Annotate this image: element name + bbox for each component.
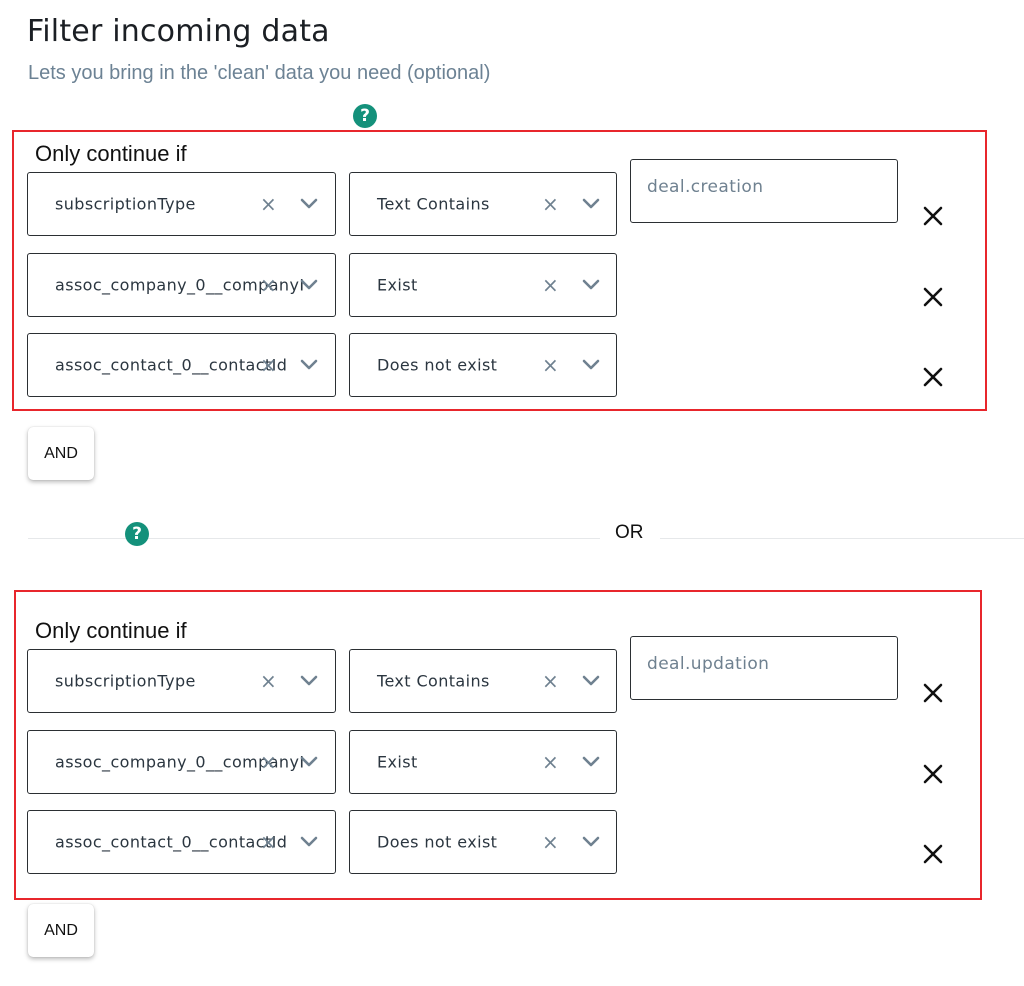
close-icon[interactable] xyxy=(920,761,946,787)
chevron-down-icon[interactable] xyxy=(300,836,318,848)
close-icon[interactable] xyxy=(920,364,946,390)
field-select[interactable]: assoc_contact_0__contactId × xyxy=(27,333,336,397)
chevron-down-icon[interactable] xyxy=(300,756,318,768)
clear-x-icon[interactable]: × xyxy=(542,750,559,774)
value-input-box[interactable] xyxy=(630,636,898,700)
clear-x-icon[interactable]: × xyxy=(542,192,559,216)
close-icon[interactable] xyxy=(920,284,946,310)
clear-x-icon[interactable]: × xyxy=(542,830,559,854)
operator-select-value: Text Contains xyxy=(377,194,490,214)
or-divider xyxy=(28,538,1024,539)
chevron-down-icon[interactable] xyxy=(582,836,600,848)
operator-select-value: Text Contains xyxy=(377,671,490,691)
clear-x-icon[interactable]: × xyxy=(542,273,559,297)
field-select-value: subscriptionType xyxy=(55,671,196,691)
field-select[interactable]: assoc_company_0__companyId × xyxy=(27,253,336,317)
chevron-down-icon[interactable] xyxy=(300,675,318,687)
operator-select-value: Exist xyxy=(377,752,418,772)
or-label: OR xyxy=(615,522,644,543)
clear-x-icon[interactable]: × xyxy=(542,353,559,377)
clear-x-icon[interactable]: × xyxy=(260,830,277,854)
value-input[interactable] xyxy=(645,176,889,198)
value-input[interactable] xyxy=(645,653,889,675)
operator-select[interactable]: Exist × xyxy=(349,730,617,794)
operator-select[interactable]: Text Contains × xyxy=(349,649,617,713)
close-icon[interactable] xyxy=(920,841,946,867)
help-icon[interactable]: ? xyxy=(353,104,377,128)
field-select[interactable]: assoc_contact_0__contactId × xyxy=(27,810,336,874)
field-select-value: subscriptionType xyxy=(55,194,196,214)
field-select[interactable]: subscriptionType × xyxy=(27,649,336,713)
clear-x-icon[interactable]: × xyxy=(260,750,277,774)
chevron-down-icon[interactable] xyxy=(300,359,318,371)
and-button[interactable]: AND xyxy=(28,427,94,480)
operator-select-value: Exist xyxy=(377,275,418,295)
close-icon[interactable] xyxy=(920,680,946,706)
chevron-down-icon[interactable] xyxy=(582,756,600,768)
clear-x-icon[interactable]: × xyxy=(260,669,277,693)
close-icon[interactable] xyxy=(920,203,946,229)
page-title: Filter incoming data xyxy=(27,14,330,49)
clear-x-icon[interactable]: × xyxy=(260,353,277,377)
operator-select[interactable]: Does not exist × xyxy=(349,810,617,874)
field-select[interactable]: subscriptionType × xyxy=(27,172,336,236)
group-label: Only continue if xyxy=(35,141,187,166)
operator-select[interactable]: Exist × xyxy=(349,253,617,317)
help-icon[interactable]: ? xyxy=(125,522,149,546)
operator-select[interactable]: Does not exist × xyxy=(349,333,617,397)
operator-select[interactable]: Text Contains × xyxy=(349,172,617,236)
and-button[interactable]: AND xyxy=(28,904,94,957)
chevron-down-icon[interactable] xyxy=(300,198,318,210)
chevron-down-icon[interactable] xyxy=(582,359,600,371)
chevron-down-icon[interactable] xyxy=(582,675,600,687)
page-subtitle: Lets you bring in the 'clean' data you n… xyxy=(28,62,491,84)
clear-x-icon[interactable]: × xyxy=(260,192,277,216)
operator-select-value: Does not exist xyxy=(377,355,498,375)
field-select-value: assoc_contact_0__contactId xyxy=(55,355,288,375)
chevron-down-icon[interactable] xyxy=(582,198,600,210)
chevron-down-icon[interactable] xyxy=(300,279,318,291)
operator-select-value: Does not exist xyxy=(377,832,498,852)
clear-x-icon[interactable]: × xyxy=(260,273,277,297)
group-label: Only continue if xyxy=(35,618,187,643)
clear-x-icon[interactable]: × xyxy=(542,669,559,693)
value-input-box[interactable] xyxy=(630,159,898,223)
field-select[interactable]: assoc_company_0__companyId × xyxy=(27,730,336,794)
field-select-value: assoc_contact_0__contactId xyxy=(55,832,288,852)
chevron-down-icon[interactable] xyxy=(582,279,600,291)
